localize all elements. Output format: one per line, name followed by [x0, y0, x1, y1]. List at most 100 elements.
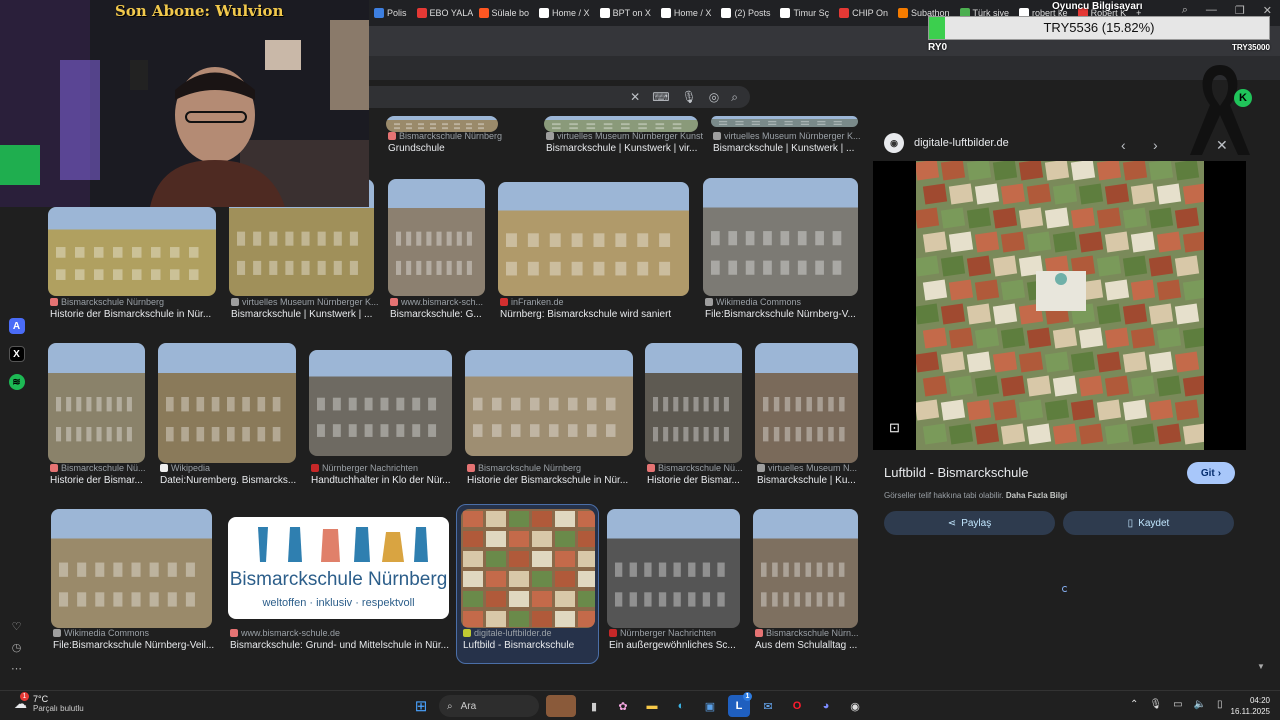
result-thumbnail[interactable]: [386, 116, 498, 132]
result-thumbnail[interactable]: [498, 182, 689, 296]
image-result[interactable]: Bismarckschule Nürnberg Historie der Bism…: [465, 350, 633, 495]
save-button[interactable]: ▯ Kaydet: [1063, 511, 1234, 535]
aria-icon[interactable]: A: [8, 318, 25, 334]
network-icon[interactable]: ▭: [1173, 699, 1182, 710]
result-source[interactable]: virtuelles Museum Nürnberger K...: [713, 131, 890, 141]
browser-tab[interactable]: Home / X: [657, 2, 716, 24]
result-title[interactable]: Bismarckschule: Grund- und Mittelschule …: [230, 640, 481, 651]
result-thumbnail[interactable]: Bismarckschule Nürnberg weltoffen · inklu…: [228, 517, 449, 619]
preview-image[interactable]: [873, 161, 1246, 450]
browser-tab[interactable]: CHIP On: [835, 2, 892, 24]
scroll-down-icon[interactable]: ▼: [1257, 662, 1265, 671]
edge-icon[interactable]: ◐: [670, 695, 692, 717]
result-title[interactable]: Grundschule: [388, 143, 530, 154]
image-result[interactable]: virtuelles Museum Nürnberger K... Bismarc…: [711, 116, 861, 163]
image-result[interactable]: virtuelles Museum N... Bismarckschule | K…: [755, 343, 858, 495]
browser-tab[interactable]: BPT on X: [596, 2, 655, 24]
visit-button[interactable]: Git ›: [1187, 462, 1235, 484]
obs-icon[interactable]: ◉: [844, 695, 866, 717]
result-thumbnail[interactable]: [48, 343, 145, 463]
start-icon[interactable]: ⊞: [410, 695, 432, 717]
result-source[interactable]: Wikimedia Commons: [705, 297, 890, 307]
result-thumbnail[interactable]: [388, 179, 485, 296]
result-title[interactable]: Historie der Bismarckschule in Nür...: [467, 475, 665, 486]
image-result[interactable]: Nürnberger Nachrichten Ein außergewöhnlic…: [607, 509, 740, 660]
result-source[interactable]: Nürnberger Nachrichten: [311, 463, 484, 473]
image-result[interactable]: virtuelles Museum Nürnberger Kunst Bismar…: [544, 116, 703, 163]
learn-more-link[interactable]: Daha Fazla Bilgi: [1006, 491, 1067, 500]
weather-widget[interactable]: ☁ 1 7°C Parçalı bulutlu: [14, 691, 84, 713]
browser-tab[interactable]: Home / X: [535, 2, 594, 24]
browser-tab[interactable]: EBO YALA: [413, 2, 473, 24]
image-result[interactable]: Bismarckschule Nü... Historie der Bismar.…: [645, 343, 743, 495]
result-thumbnail[interactable]: [158, 343, 296, 463]
next-icon[interactable]: ›: [1153, 137, 1158, 153]
image-result[interactable]: Bismarckschule Nürnberg weltoffen · inklu…: [228, 517, 449, 660]
discord-icon[interactable]: ◕: [815, 695, 837, 717]
image-result[interactable]: inFranken.de Nürnberg: Bismarckschule wir…: [498, 182, 689, 329]
result-source[interactable]: Bismarckschule Nürnberg: [388, 131, 530, 141]
image-result[interactable]: Bismarckschule Nürnberg Historie der Bism…: [48, 207, 216, 329]
result-title[interactable]: File:Bismarckschule Nürnberg-Veil...: [53, 640, 244, 651]
browser-tab[interactable]: Polis: [370, 2, 411, 24]
result-source[interactable]: Wikimedia Commons: [53, 628, 244, 638]
mic-tray-icon[interactable]: 🎙: [1149, 699, 1162, 710]
keyboard-icon[interactable]: ⌨: [652, 90, 669, 104]
result-title[interactable]: Handtuchhalter in Klo der Nür...: [311, 475, 484, 486]
image-result[interactable]: Bismarckschule Nürnberg Grundschule: [386, 116, 502, 163]
more-icon[interactable]: ⋯: [11, 662, 22, 675]
result-title[interactable]: Bismarckschule | Ku...: [757, 475, 890, 486]
result-source[interactable]: digitale-luftbilder.de: [463, 628, 627, 638]
outlook-icon[interactable]: ✉: [757, 695, 779, 717]
result-thumbnail[interactable]: [51, 509, 212, 628]
volume-icon[interactable]: 🔈: [1194, 699, 1206, 710]
lens-icon[interactable]: ◎: [709, 90, 719, 104]
result-title[interactable]: Historie der Bismarckschule in Nür...: [50, 309, 248, 320]
image-result[interactable]: www.bismarck-sch... Bismarckschule: G...: [388, 179, 485, 329]
browser-tab[interactable]: Sülale bo: [475, 2, 534, 24]
result-thumbnail[interactable]: [703, 178, 858, 296]
image-result[interactable]: Nürnberger Nachrichten Handtuchhalter in …: [309, 350, 452, 495]
result-title[interactable]: Bismarckschule | Kunstwerk | ...: [231, 309, 406, 320]
spotify-icon[interactable]: ≋: [8, 374, 25, 390]
result-thumbnail[interactable]: [309, 350, 452, 456]
result-source[interactable]: virtuelles Museum N...: [757, 463, 890, 473]
result-title[interactable]: Aus dem Schulalltag ...: [755, 640, 890, 651]
result-source[interactable]: Bismarckschule Nürn...: [755, 628, 890, 638]
result-source[interactable]: Wikipedia: [160, 463, 328, 473]
image-result[interactable]: Bismarckschule Nü... Historie der Bismar.…: [48, 343, 146, 495]
result-thumbnail[interactable]: [544, 116, 698, 132]
visual-search-icon[interactable]: ⊡: [889, 420, 900, 436]
panel-site-name[interactable]: digitale-luftbilder.de: [914, 137, 1009, 149]
close-icon[interactable]: ✕: [630, 90, 640, 104]
result-source[interactable]: Nürnberger Nachrichten: [609, 628, 772, 638]
mic-icon[interactable]: 🎙: [682, 90, 697, 104]
store-icon[interactable]: ▣: [699, 695, 721, 717]
image-result[interactable]: digitale-luftbilder.de Luftbild - Bismarc…: [461, 509, 595, 660]
result-thumbnail[interactable]: [461, 509, 595, 628]
copilot-icon[interactable]: ✿: [612, 695, 634, 717]
taskbar-search[interactable]: ⌕ Ara: [439, 695, 539, 717]
result-source[interactable]: Bismarckschule Nürnberg: [467, 463, 665, 473]
history-icon[interactable]: ◷: [12, 641, 22, 654]
result-title[interactable]: Luftbild - Bismarckschule: [463, 640, 627, 651]
result-title[interactable]: Ein außergewöhnliches Sc...: [609, 640, 772, 651]
result-source[interactable]: inFranken.de: [500, 297, 721, 307]
x-icon[interactable]: X: [8, 346, 25, 362]
search-icon[interactable]: ⌕: [731, 90, 738, 105]
result-title[interactable]: Datei:Nuremberg. Bismarcks...: [160, 475, 328, 486]
result-source[interactable]: Bismarckschule Nürnberg: [50, 297, 248, 307]
image-result[interactable]: Wikipedia Datei:Nuremberg. Bismarcks...: [158, 343, 296, 495]
result-title[interactable]: Nürnberg: Bismarckschule wird saniert: [500, 309, 721, 320]
task-view-icon[interactable]: ▮: [583, 695, 605, 717]
mail-app-icon[interactable]: L1: [728, 692, 752, 717]
heart-icon[interactable]: ♡: [12, 620, 22, 633]
result-title[interactable]: Bismarckschule | Kunstwerk | vir...: [546, 143, 730, 154]
image-result[interactable]: Wikimedia Commons File:Bismarckschule Nür…: [703, 178, 858, 329]
result-source[interactable]: virtuelles Museum Nürnberger K...: [231, 297, 406, 307]
image-result[interactable]: Wikimedia Commons File:Bismarckschule Nür…: [51, 509, 214, 660]
share-button[interactable]: ⋖ Paylaş: [884, 511, 1055, 535]
system-clock[interactable]: 04:20 16.11.2025: [1228, 695, 1270, 717]
prev-icon[interactable]: ‹: [1121, 137, 1126, 153]
result-thumbnail[interactable]: [711, 116, 858, 127]
